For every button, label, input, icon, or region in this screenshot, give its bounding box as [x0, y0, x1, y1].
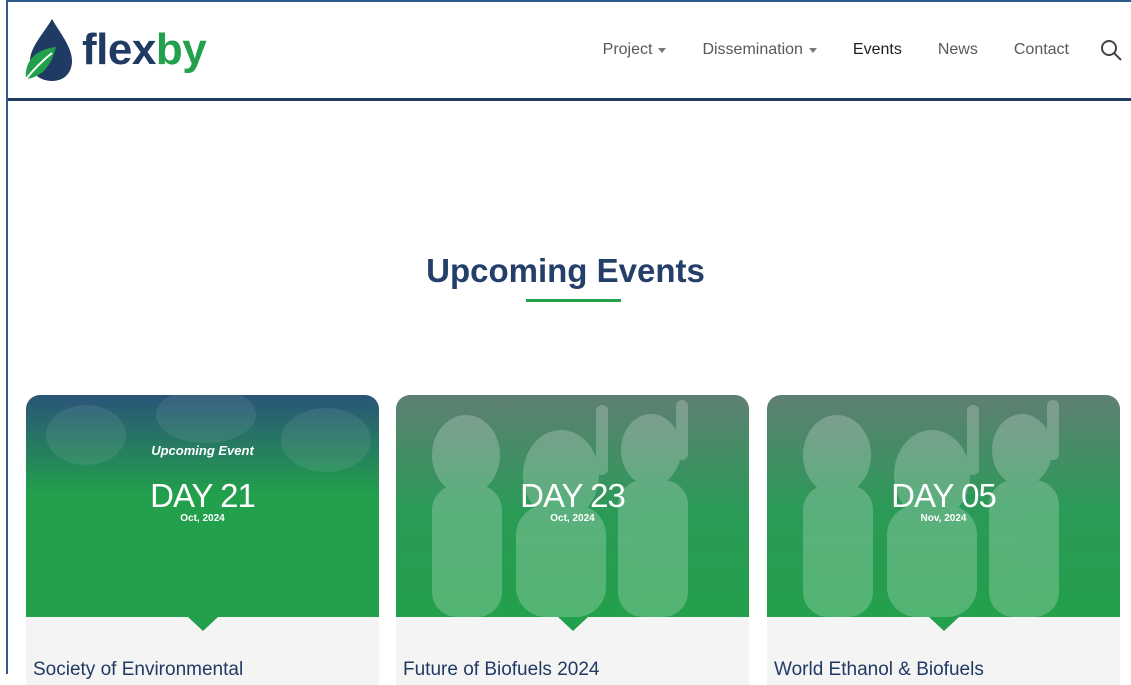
caret-down-icon: [658, 47, 667, 53]
brand-name-part1: flex: [82, 25, 156, 74]
title-underline: [526, 299, 621, 302]
card-pointer-arrow: [557, 617, 588, 631]
event-card[interactable]: DAY 05 Nov, 2024 World Ethanol & Biofuel…: [767, 395, 1120, 685]
search-icon[interactable]: [1099, 38, 1123, 62]
nav-item-label: Dissemination: [702, 41, 803, 58]
event-card[interactable]: DAY 23 Oct, 2024 Future of Biofuels 2024: [396, 395, 749, 685]
nav-item-project[interactable]: Project: [603, 41, 667, 59]
event-day: DAY 23: [520, 477, 626, 514]
site-header: flexby Project Dissemination Events News…: [8, 2, 1131, 101]
event-card-image: Upcoming Event DAY 21 Oct, 2024: [26, 395, 379, 617]
card-pointer-arrow: [928, 617, 959, 631]
logo[interactable]: flexby: [22, 14, 207, 86]
nav-item-label: Contact: [1013, 41, 1069, 58]
event-card-image: DAY 23 Oct, 2024: [396, 395, 749, 617]
card-pointer-arrow: [187, 617, 218, 631]
caret-down-icon: [808, 47, 817, 53]
page: flexby Project Dissemination Events News…: [0, 0, 1131, 685]
nav-item-news[interactable]: News: [938, 41, 978, 59]
event-day: DAY 21: [150, 477, 256, 514]
event-date: Oct, 2024: [550, 513, 595, 524]
event-title[interactable]: Future of Biofuels 2024: [403, 659, 599, 681]
nav-item-label: Events: [852, 41, 902, 58]
event-date: Oct, 2024: [180, 513, 225, 524]
event-date: Nov, 2024: [920, 513, 967, 524]
section-title: Upcoming Events: [426, 252, 705, 289]
event-day: DAY 05: [891, 477, 997, 514]
nav-item-dissemination[interactable]: Dissemination: [702, 41, 817, 59]
nav-item-label: News: [937, 41, 978, 58]
brand-name-part2: by: [155, 25, 207, 74]
nav-item-label: Project: [602, 41, 653, 58]
main-nav: Project Dissemination Events News Contac…: [567, 2, 1131, 98]
nav-item-events[interactable]: Events: [853, 41, 902, 59]
event-title[interactable]: World Ethanol & Biofuels: [774, 659, 984, 681]
nav-item-contact[interactable]: Contact: [1014, 41, 1069, 59]
event-tag: Upcoming Event: [151, 443, 254, 458]
window-left-border: [6, 0, 8, 674]
brand-wordmark: flexby: [82, 25, 207, 75]
event-card-image: DAY 05 Nov, 2024: [767, 395, 1120, 617]
event-card[interactable]: Upcoming Event DAY 21 Oct, 2024 Society …: [26, 395, 379, 685]
leaf-drop-logo-icon: [25, 19, 72, 81]
event-title[interactable]: Society of Environmental: [33, 659, 243, 681]
